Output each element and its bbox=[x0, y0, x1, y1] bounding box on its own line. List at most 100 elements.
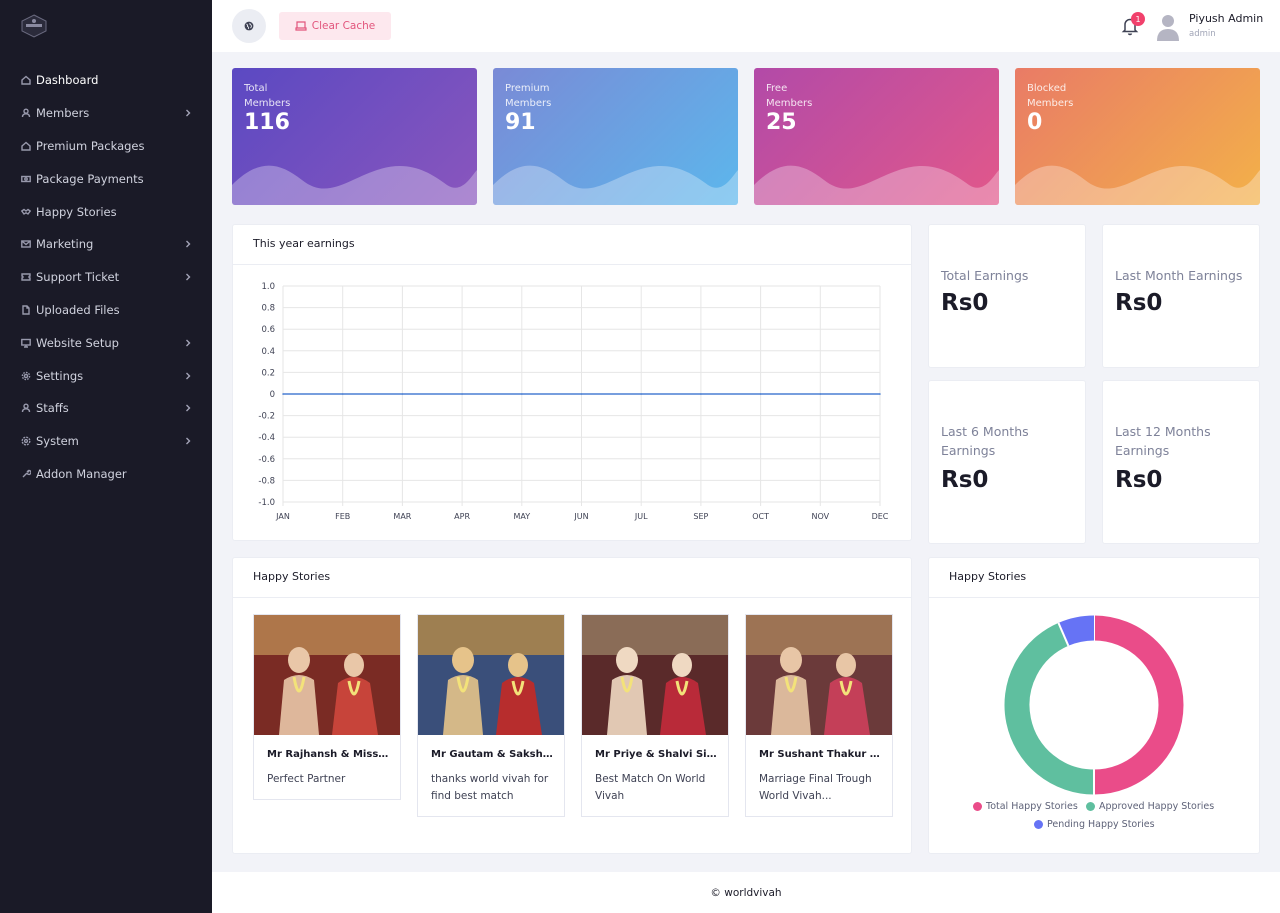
sidebar-item-label: Package Payments bbox=[36, 171, 144, 186]
footer-copyright: © worldvivah bbox=[710, 886, 782, 899]
sidebar-item-uploaded-files[interactable]: Uploaded Files bbox=[0, 294, 212, 327]
y-tick-label: 0 bbox=[270, 390, 275, 400]
file-icon bbox=[20, 304, 31, 315]
x-tick-label: FEB bbox=[335, 512, 350, 521]
story-title: Mr Gautam & Sakshi ... bbox=[431, 749, 555, 760]
gear-icon bbox=[20, 370, 31, 381]
total-members-card[interactable]: Total Members 116 bbox=[232, 68, 477, 205]
sidebar-item-label: Dashboard bbox=[36, 73, 99, 88]
user-name[interactable]: Piyush Admin bbox=[1189, 12, 1263, 25]
sidebar-item-members[interactable]: Members bbox=[0, 97, 212, 130]
happy-stories-title: Happy Stories bbox=[253, 570, 331, 583]
stat-value: 25 bbox=[766, 110, 797, 135]
happy-stories-chart-title: Happy Stories bbox=[949, 570, 1027, 583]
story-title: Mr Rajhansh & Miss N... bbox=[267, 749, 391, 760]
legend-dot bbox=[973, 802, 982, 811]
legend-total-happy-stories[interactable]: Total Happy Stories bbox=[973, 801, 1078, 812]
x-tick-label: SEP bbox=[693, 512, 708, 521]
earnings-data-point bbox=[640, 393, 642, 395]
sidebar-item-dashboard[interactable]: Dashboard bbox=[0, 64, 212, 97]
sidebar-item-staffs[interactable]: Staffs bbox=[0, 392, 212, 425]
earnings-data-point bbox=[461, 393, 463, 395]
clear-cache-label: Clear Cache bbox=[311, 20, 376, 32]
donut-slice-approved[interactable] bbox=[1004, 622, 1095, 795]
language-button[interactable] bbox=[232, 9, 266, 43]
divider bbox=[233, 597, 911, 598]
x-tick-label: DEC bbox=[872, 512, 889, 521]
sidebar-item-system[interactable]: System bbox=[0, 425, 212, 458]
chevron-right-icon bbox=[184, 273, 192, 281]
last-6-months-earnings-label: Last 6 Months Earnings bbox=[941, 424, 1029, 458]
blocked-members-card[interactable]: Blocked Members 0 bbox=[1015, 68, 1260, 205]
x-tick-label: JUN bbox=[573, 512, 588, 521]
sidebar-item-marketing[interactable]: Marketing bbox=[0, 228, 212, 261]
last-12-months-earnings-card: Last 12 Months Earnings Rs0 bbox=[1102, 380, 1260, 544]
money-icon bbox=[20, 173, 31, 184]
earnings-data-point bbox=[879, 393, 881, 395]
y-tick-label: -0.6 bbox=[258, 455, 275, 465]
sidebar-item-label: Uploaded Files bbox=[36, 302, 120, 317]
sidebar-item-label: Staffs bbox=[36, 401, 69, 416]
story-photo bbox=[746, 615, 892, 735]
total-earnings-label: Total Earnings bbox=[941, 268, 1029, 283]
y-tick-label: 1.0 bbox=[261, 282, 275, 292]
story-description: Perfect Partner bbox=[267, 773, 346, 785]
earnings-data-point bbox=[580, 393, 583, 395]
story-photo bbox=[582, 615, 728, 735]
story-photo bbox=[254, 615, 400, 735]
free-members-card[interactable]: Free Members 25 bbox=[754, 68, 999, 205]
top-header: Clear Cache 1 Piyush Admin admin bbox=[212, 0, 1280, 52]
donut-slice-pending[interactable] bbox=[1058, 615, 1095, 646]
x-tick-label: MAR bbox=[393, 512, 411, 521]
story-card[interactable]: Mr Rajhansh & Miss N... Perfect Partner bbox=[253, 614, 401, 800]
stat-label: Premium Members bbox=[505, 83, 552, 109]
clear-cache-button[interactable]: Clear Cache bbox=[279, 12, 391, 40]
sidebar-item-support-ticket[interactable]: Support Ticket bbox=[0, 261, 212, 294]
avatar[interactable] bbox=[1156, 13, 1180, 41]
sidebar-item-happy-stories[interactable]: Happy Stories bbox=[0, 195, 212, 228]
sidebar-nav: Dashboard Members Premium Packages Package … bbox=[0, 64, 212, 490]
user-icon bbox=[20, 108, 31, 119]
story-photo bbox=[418, 615, 564, 735]
sidebar-item-label: Premium Packages bbox=[36, 138, 145, 153]
legend-label: Total Happy Stories bbox=[986, 801, 1078, 812]
wave-decoration bbox=[232, 165, 477, 205]
x-tick-label: APR bbox=[454, 512, 470, 521]
legend-approved-happy-stories[interactable]: Approved Happy Stories bbox=[1086, 801, 1214, 812]
user-icon bbox=[20, 403, 31, 414]
sidebar-item-label: Marketing bbox=[36, 237, 94, 252]
wave-decoration bbox=[1015, 165, 1260, 205]
sidebar-item-label: Settings bbox=[36, 368, 84, 383]
story-card[interactable]: Mr Gautam & Sakshi ... thanks world vivah… bbox=[417, 614, 565, 817]
sidebar-item-addon-manager[interactable]: Addon Manager bbox=[0, 458, 212, 491]
stat-label: Free Members bbox=[766, 83, 813, 109]
legend-dot bbox=[1034, 820, 1043, 829]
sidebar-item-settings[interactable]: Settings bbox=[0, 359, 212, 392]
earnings-data-point bbox=[282, 393, 284, 395]
x-tick-label: JAN bbox=[275, 512, 290, 521]
y-tick-label: -0.8 bbox=[258, 476, 275, 486]
story-description: Best Match On World Vivah bbox=[595, 773, 706, 802]
chevron-right-icon bbox=[184, 437, 192, 445]
sidebar-item-premium-packages[interactable]: Premium Packages bbox=[0, 130, 212, 163]
legend-pending-happy-stories[interactable]: Pending Happy Stories bbox=[1034, 819, 1155, 830]
story-title: Mr Priye & Shalvi Singh bbox=[595, 749, 719, 760]
sidebar-item-label: Support Ticket bbox=[36, 270, 120, 285]
system-gear-icon bbox=[20, 436, 31, 447]
stat-value: 0 bbox=[1027, 110, 1043, 135]
logo[interactable] bbox=[20, 14, 48, 38]
donut-slice-total[interactable] bbox=[1093, 615, 1184, 795]
sidebar: Dashboard Members Premium Packages Package … bbox=[0, 0, 212, 913]
sidebar-item-website-setup[interactable]: Website Setup bbox=[0, 326, 212, 359]
eraser-icon bbox=[295, 21, 307, 31]
user-role: admin bbox=[1189, 29, 1216, 39]
story-card[interactable]: Mr Sushant Thakur & ... Marriage Final Tr… bbox=[745, 614, 893, 817]
sidebar-item-package-payments[interactable]: Package Payments bbox=[0, 162, 212, 195]
monitor-icon bbox=[20, 337, 31, 348]
story-description: Marriage Final Trough World Vivah... bbox=[759, 773, 872, 802]
last-month-earnings-card: Last Month Earnings Rs0 bbox=[1102, 224, 1260, 368]
story-card[interactable]: Mr Priye & Shalvi Singh Best Match On Wor… bbox=[581, 614, 729, 817]
earnings-data-point bbox=[819, 393, 822, 395]
premium-members-card[interactable]: Premium Members 91 bbox=[493, 68, 738, 205]
stat-label: Total Members bbox=[244, 83, 291, 109]
